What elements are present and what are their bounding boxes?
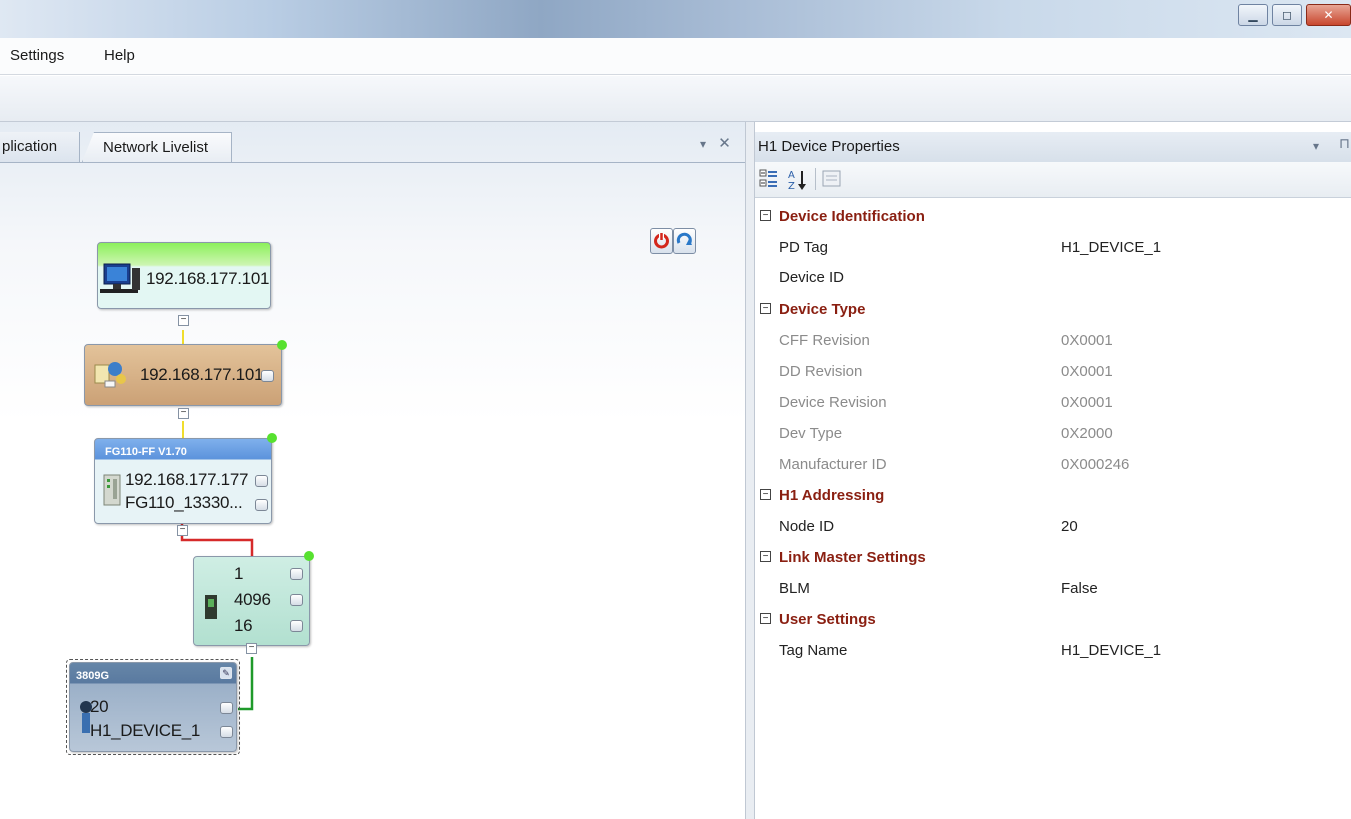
device-header: 3809G [76,670,110,682]
network-panel: plication Network Livelist ▾ ✕ 192.168.1… [0,122,745,819]
collapse-device-type-icon[interactable]: − [760,303,771,314]
properties-title: H1 Device Properties [758,138,900,155]
prop-device-id-name: Device ID [779,269,845,286]
menu-help[interactable]: Help [104,47,135,64]
device-tag-checkbox[interactable] [220,726,233,738]
prop-dev-type-value: 0X2000 [1061,425,1113,442]
prop-manufacturer-id-value: 0X000246 [1061,456,1130,473]
pc-expander[interactable]: − [178,315,189,326]
h1-device-node[interactable]: 3809G ✎ 20 H1_DEVICE_1 [69,662,237,752]
category-h1-addressing: H1 Addressing [779,487,885,504]
gateway-checkbox[interactable] [261,370,274,382]
prop-tag-name-name: Tag Name [779,642,848,659]
category-link-master-settings: Link Master Settings [779,549,926,566]
link-segment-device [238,657,254,711]
toolbar-separator [815,168,816,190]
segment-checkbox-3[interactable] [290,620,303,632]
link-fg110-segment [180,524,254,556]
categorized-view-icon[interactable] [759,168,779,190]
prop-device-revision-value: 0X0001 [1061,394,1113,411]
device-node-id-label: 20 [90,697,109,716]
prop-pd-tag-name: PD Tag [779,239,828,256]
segment-icon [205,595,217,619]
properties-toolbar: A Z [755,162,1351,198]
prop-node-id-name: Node ID [779,518,835,535]
prop-dd-revision-value: 0X0001 [1061,363,1113,380]
window-title [330,8,680,26]
prop-tag-name-value[interactable]: H1_DEVICE_1 [1061,642,1161,659]
properties-pin-icon[interactable]: ⊓ [1339,135,1350,152]
segment-checkbox-1[interactable] [290,568,303,580]
segment-status-dot [304,551,314,561]
segment-expander[interactable]: − [246,643,257,654]
fg110-node[interactable]: FG110-FF V1.70 192.168.177.177 FG110_133… [94,438,272,524]
category-device-identification: Device Identification [779,208,925,225]
gateway-expander[interactable]: − [178,408,189,419]
category-user-settings: User Settings [779,611,876,628]
fg110-ip-checkbox[interactable] [255,475,268,487]
collapse-user-settings-icon[interactable]: − [760,613,771,624]
minimize-button[interactable]: ▁ [1238,4,1268,26]
menu-bar: Settings Help [0,38,1351,75]
close-window-button[interactable]: ✕ [1306,4,1351,26]
category-device-type: Device Type [779,301,866,318]
device-node-id-checkbox[interactable] [220,702,233,714]
segment-value-16: 16 [234,616,253,635]
gateway-icon [94,362,126,388]
fg110-status-dot [267,433,277,443]
collapse-h1-addressing-icon[interactable]: − [760,489,771,500]
property-grid: − Device Identification PD Tag H1_DEVICE… [755,204,1351,804]
device-edit-icon[interactable]: ✎ [220,667,232,679]
segment-link-number: 1 [234,564,244,583]
device-tag-label: H1_DEVICE_1 [90,721,201,740]
prop-pd-tag-value[interactable]: H1_DEVICE_1 [1061,239,1161,256]
properties-panel: H1 Device Properties ▾ ⊓ A Z − Device Id… [755,122,1351,819]
pc-ip-label: 192.168.177.101 [146,269,270,288]
property-pages-icon[interactable] [821,169,843,189]
prop-manufacturer-id-name: Manufacturer ID [779,456,887,473]
prop-device-id-value[interactable] [1061,269,1261,287]
gateway-ip-label: 192.168.177.101 [140,365,264,384]
prop-blm-value[interactable]: False [1061,580,1098,597]
fg110-name-checkbox[interactable] [255,499,268,511]
segment-checkbox-2[interactable] [290,594,303,606]
fg110-header: FG110-FF V1.70 [105,446,187,458]
prop-device-revision-name: Device Revision [779,394,887,411]
prop-cff-revision-value: 0X0001 [1061,332,1113,349]
alphabetical-sort-icon[interactable]: A Z [787,168,809,192]
menu-settings[interactable]: Settings [10,47,64,64]
pc-node[interactable]: 192.168.177.101 [97,242,271,309]
collapse-device-identification-icon[interactable]: − [760,210,771,221]
fg110-ip-label: 192.168.177.177 [125,470,249,489]
fg110-name-label: FG110_13330... [125,493,243,512]
panel-splitter[interactable] [745,122,755,819]
svg-text:Z: Z [788,181,795,192]
segment-value-4096: 4096 [234,590,271,609]
computer-icon [100,263,140,293]
properties-header: H1 Device Properties ▾ ⊓ [755,132,1351,162]
fg110-expander[interactable]: − [177,525,188,536]
collapse-link-master-icon[interactable]: − [760,551,771,562]
prop-blm-name: BLM [779,580,810,597]
prop-dd-revision-name: DD Revision [779,363,863,380]
prop-node-id-value[interactable]: 20 [1061,518,1078,535]
toolbar [0,76,1351,122]
svg-text:A: A [788,170,795,181]
segment-node[interactable]: 1 4096 16 [193,556,310,646]
maximize-button[interactable]: ◻ [1272,4,1302,26]
fieldgate-icon [103,474,121,506]
gateway-node[interactable]: 192.168.177.101 [84,344,282,406]
properties-dropdown-icon[interactable]: ▾ [1313,139,1319,153]
prop-cff-revision-name: CFF Revision [779,332,870,349]
gateway-status-dot [277,340,287,350]
window-title-bar: ▁ ◻ ✕ [0,0,1351,38]
prop-dev-type-name: Dev Type [779,425,843,442]
